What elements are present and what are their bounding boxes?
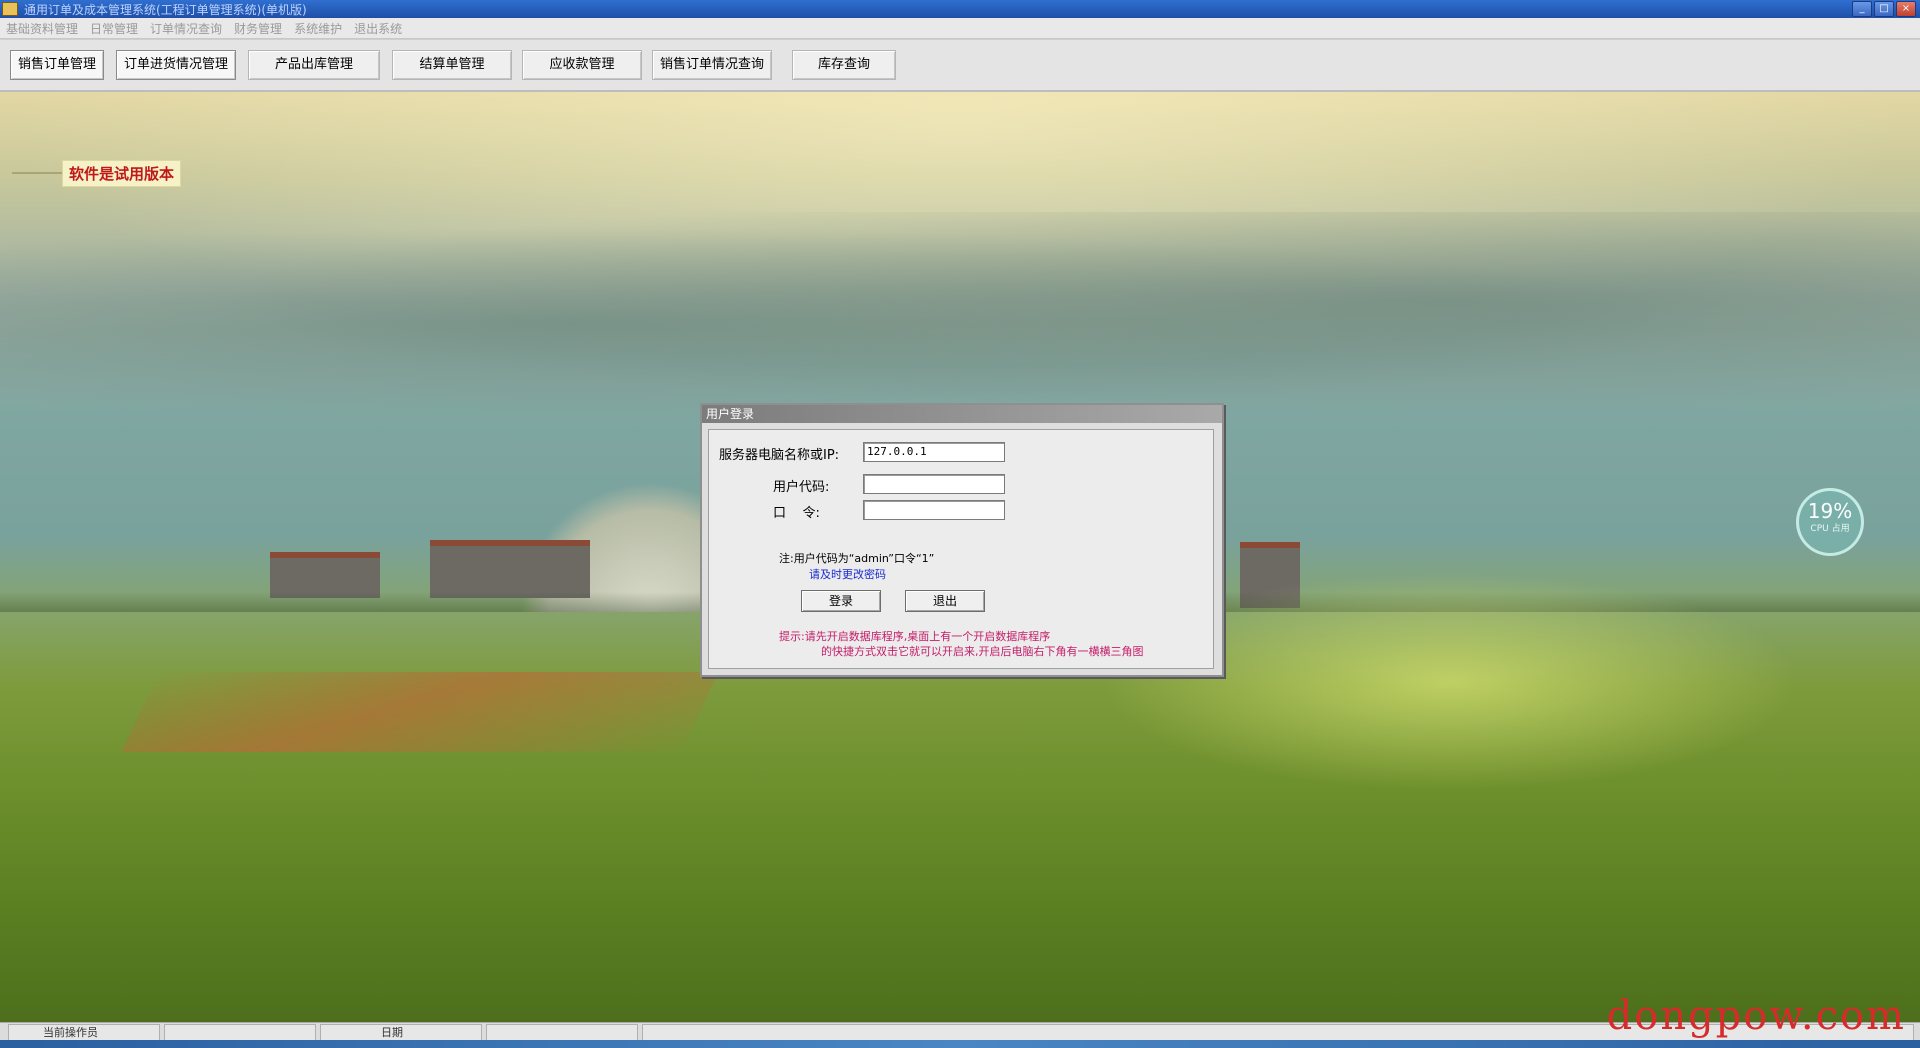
app-icon xyxy=(2,2,18,16)
farmhouse-center xyxy=(430,540,590,598)
window-title: 通用订单及成本管理系统(工程订单管理系统)(单机版) xyxy=(24,2,307,17)
menu-bar: 基础资料管理 日常管理 订单情况查询 财务管理 系统维护 退出系统 xyxy=(0,18,1920,39)
menu-system[interactable]: 系统维护 xyxy=(288,20,348,37)
menu-finance[interactable]: 财务管理 xyxy=(228,20,288,37)
status-date-value xyxy=(486,1024,638,1041)
status-operator-value xyxy=(164,1024,316,1041)
toolbar-inventory-query-button[interactable]: 库存查询 xyxy=(792,50,896,80)
login-button[interactable]: 登录 xyxy=(801,590,881,612)
login-form: 服务器电脑名称或IP: 127.0.0.1 用户代码: 口 令: 注:用户代码为… xyxy=(708,429,1214,669)
menu-daily[interactable]: 日常管理 xyxy=(84,20,144,37)
taskbar-strip xyxy=(0,1040,1920,1048)
window-title-bar: 通用订单及成本管理系统(工程订单管理系统)(单机版) _ □ × xyxy=(0,0,1920,18)
database-hint-line2: 的快捷方式双击它就可以开启来,开启后电脑右下角有一横横三角图 xyxy=(821,645,1144,658)
password-input[interactable] xyxy=(863,500,1005,520)
menu-basic-data[interactable]: 基础资料管理 xyxy=(0,20,84,37)
user-code-label: 用户代码: xyxy=(773,480,830,495)
status-operator-label: 当前操作员 xyxy=(43,1026,98,1039)
main-toolbar: 销售订单管理 订单进货情况管理 产品出库管理 结算单管理 应收款管理 销售订单情… xyxy=(0,40,1920,92)
change-password-note: 请及时更改密码 xyxy=(809,568,886,581)
cpu-usage-meter[interactable]: 19% CPU 占用 xyxy=(1796,488,1864,556)
clouds xyxy=(0,212,1920,432)
toolbar-sales-order-button[interactable]: 销售订单管理 xyxy=(10,50,104,80)
password-label: 口 令: xyxy=(773,506,820,521)
status-date-label: 日期 xyxy=(381,1026,403,1039)
toolbar-receivables-button[interactable]: 应收款管理 xyxy=(522,50,642,80)
login-dialog: 用户登录 服务器电脑名称或IP: 127.0.0.1 用户代码: 口 令: 注:… xyxy=(700,403,1224,677)
status-date-cell: 日期 xyxy=(320,1024,482,1041)
dirt-road xyxy=(121,672,719,752)
toolbar-settlement-button[interactable]: 结算单管理 xyxy=(392,50,512,80)
minimize-button[interactable]: _ xyxy=(1852,1,1872,17)
trial-version-notice: 软件是试用版本 xyxy=(62,160,182,187)
site-watermark: dongpow.com xyxy=(1606,993,1906,1039)
database-hint-line1: 提示:请先开启数据库程序,桌面上有一个开启数据库程序 xyxy=(779,630,1051,643)
cpu-usage-value: 19% xyxy=(1807,499,1853,523)
window-controls: _ □ × xyxy=(1852,1,1916,17)
default-credentials-note: 注:用户代码为“admin”口令“1” xyxy=(779,552,935,565)
user-code-input[interactable] xyxy=(863,474,1005,494)
menu-exit[interactable]: 退出系统 xyxy=(348,20,408,37)
login-dialog-title: 用户登录 xyxy=(702,405,1222,423)
trial-notice-line xyxy=(12,172,62,174)
toolbar-sales-query-button[interactable]: 销售订单情况查询 xyxy=(652,50,772,80)
server-ip-input[interactable]: 127.0.0.1 xyxy=(863,442,1005,462)
menu-order-query[interactable]: 订单情况查询 xyxy=(144,20,228,37)
toolbar-order-purchase-button[interactable]: 订单进货情况管理 xyxy=(116,50,236,80)
toolbar-product-outbound-button[interactable]: 产品出库管理 xyxy=(248,50,380,80)
status-operator-cell: 当前操作员 xyxy=(8,1024,160,1041)
close-button[interactable]: × xyxy=(1896,1,1916,17)
server-label: 服务器电脑名称或IP: xyxy=(719,448,840,463)
exit-button[interactable]: 退出 xyxy=(905,590,985,612)
maximize-button[interactable]: □ xyxy=(1874,1,1894,17)
